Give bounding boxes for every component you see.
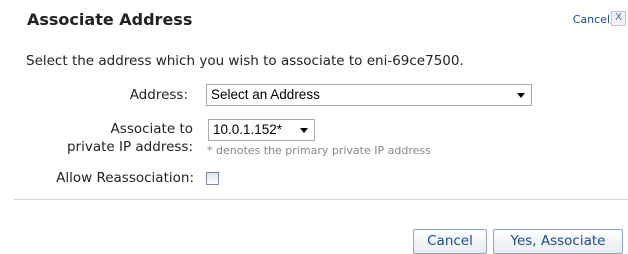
intro-text: Select the address which you wish to ass… — [26, 53, 464, 69]
allow-reassociation-checkbox[interactable] — [206, 172, 219, 185]
footer-divider — [14, 199, 628, 200]
associate-address-dialog: Associate Address Cancel X Select the ad… — [0, 0, 628, 254]
yes-associate-button[interactable]: Yes, Associate — [493, 229, 623, 254]
dialog-title: Associate Address — [27, 10, 193, 29]
cancel-button[interactable]: Cancel — [413, 229, 487, 254]
address-select[interactable]: Select an Address — [206, 84, 532, 106]
close-icon[interactable]: X — [611, 11, 626, 26]
primary-ip-hint: * denotes the primary private IP address — [207, 144, 431, 157]
chevron-down-icon — [300, 128, 308, 133]
chevron-down-icon — [517, 93, 525, 98]
private-ip-select-value: 10.0.1.152* — [213, 122, 283, 137]
dialog-header: Associate Address Cancel X — [0, 0, 628, 38]
address-select-value: Select an Address — [211, 87, 320, 102]
header-cancel-link[interactable]: Cancel — [573, 13, 610, 26]
private-ip-select[interactable]: 10.0.1.152* — [208, 119, 315, 141]
address-label: Address: — [129, 87, 188, 103]
reassociation-label: Allow Reassociation: — [56, 170, 194, 186]
private-ip-label-line1: Associate to — [110, 121, 193, 137]
private-ip-label-line2: private IP address: — [66, 139, 193, 155]
